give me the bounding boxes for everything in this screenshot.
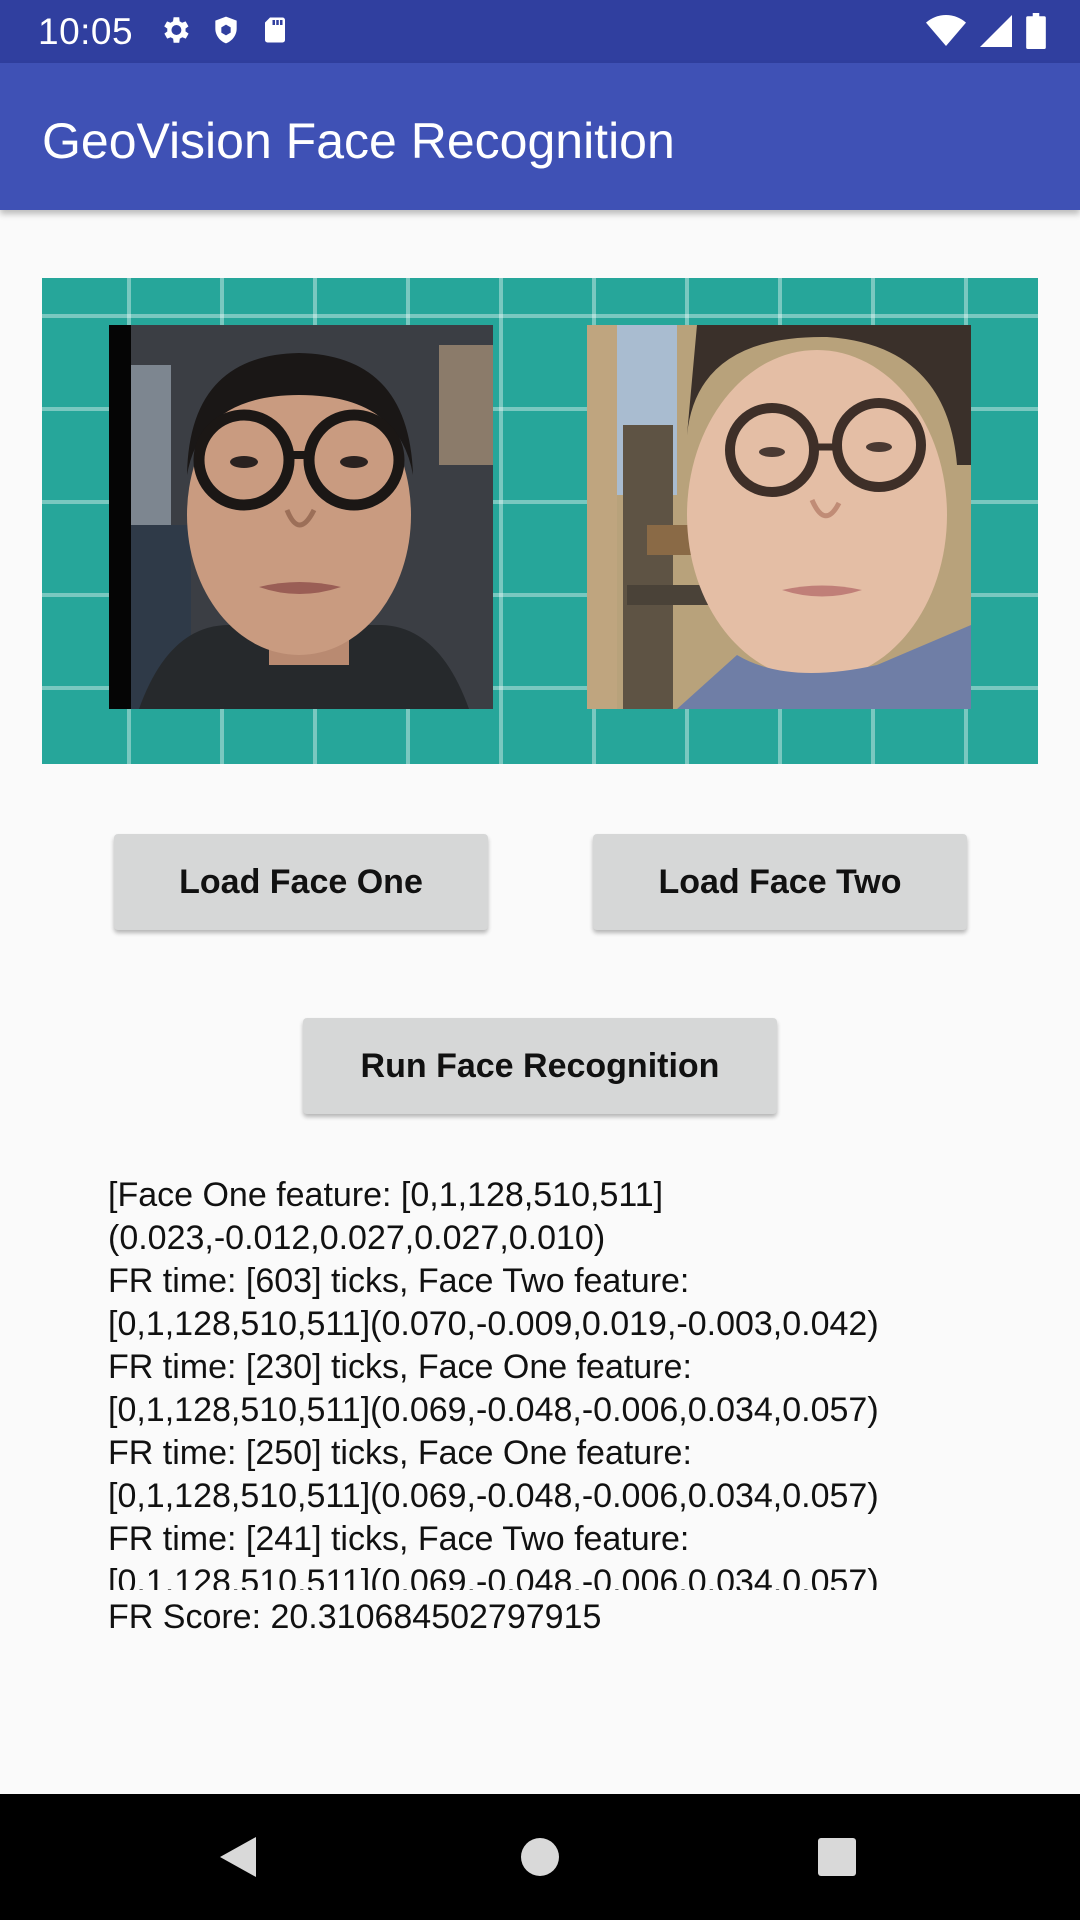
app-bar: GeoVision Face Recognition	[0, 63, 1080, 210]
log-line: FR time: [230] ticks, Face One feature:	[108, 1348, 692, 1386]
recognition-log[interactable]: [Face One feature: [0,1,128,510,511] (0.…	[108, 1174, 1008, 1590]
battery-icon	[1026, 13, 1046, 54]
navigation-bar	[0, 1794, 1080, 1920]
status-notification-icons	[158, 13, 290, 52]
status-time: 10:05	[38, 11, 134, 52]
status-bar: 10:05	[0, 0, 1080, 63]
recents-button[interactable]	[802, 1822, 872, 1892]
load-face-one-button[interactable]: Load Face One	[114, 834, 488, 930]
run-face-recognition-button[interactable]: Run Face Recognition	[303, 1018, 777, 1114]
log-line: [Face One feature: [0,1,128,510,511]	[108, 1176, 664, 1214]
fr-score-text: FR Score: 20.310684502797915	[108, 1598, 602, 1636]
log-line: FR time: [241] ticks, Face Two feature:	[108, 1520, 690, 1558]
back-triangle-icon	[220, 1837, 256, 1877]
log-line: (0.023,-0.012,0.027,0.027,0.010)	[108, 1219, 606, 1257]
gear-icon	[158, 13, 192, 52]
log-line: [0,1,128,510,511](0.070,-0.009,0.019,-0.…	[108, 1305, 879, 1343]
load-face-two-button[interactable]: Load Face Two	[593, 834, 967, 930]
back-button[interactable]	[203, 1822, 273, 1892]
status-system-icons	[926, 13, 1046, 54]
log-line: [0,1,128,510,511](0.069,-0.048,-0.006,0.…	[108, 1563, 879, 1590]
app-title: GeoVision Face Recognition	[42, 113, 675, 169]
cell-signal-icon	[980, 14, 1012, 53]
faces-panel	[42, 278, 1038, 764]
shield-icon	[210, 13, 242, 52]
recents-square-icon	[818, 1838, 856, 1876]
log-line: [0,1,128,510,511](0.069,-0.048,-0.006,0.…	[108, 1477, 879, 1515]
sd-card-icon	[260, 13, 290, 52]
log-line: FR time: [603] ticks, Face Two feature:	[108, 1262, 690, 1300]
log-line: [0,1,128,510,511](0.069,-0.048,-0.006,0.…	[108, 1391, 879, 1429]
wifi-icon	[926, 14, 966, 53]
face-two-photo	[587, 325, 971, 709]
log-line: FR time: [250] ticks, Face One feature:	[108, 1434, 692, 1472]
home-circle-icon	[521, 1838, 559, 1876]
home-button[interactable]	[505, 1822, 575, 1892]
face-one-photo	[109, 325, 493, 709]
